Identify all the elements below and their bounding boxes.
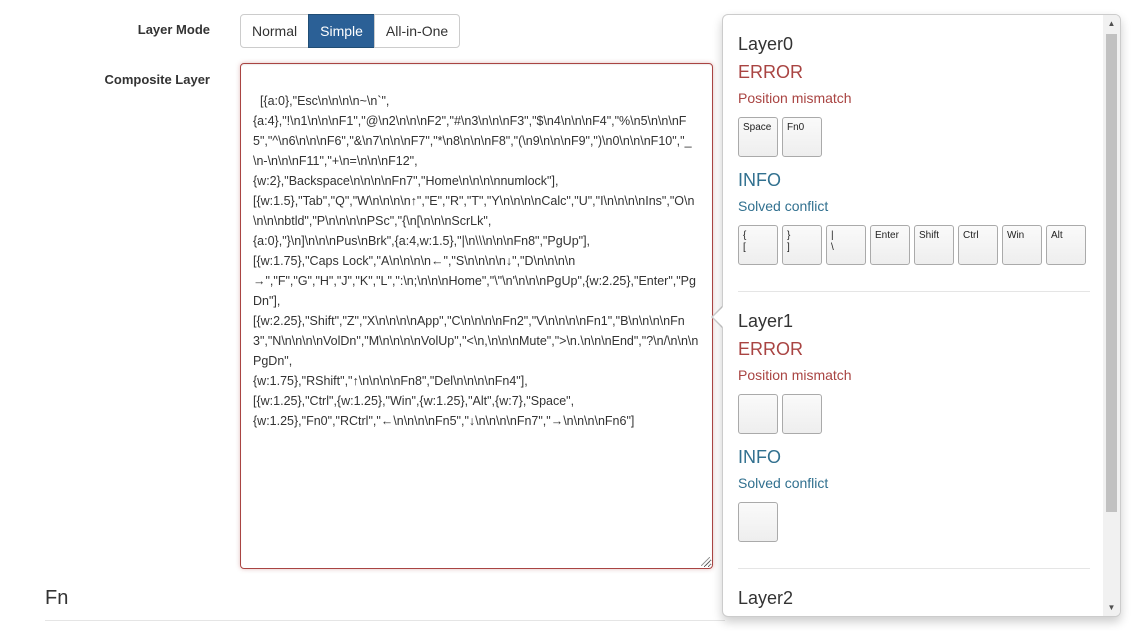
key-cap: { [ <box>738 225 778 265</box>
error-message: Position mismatch <box>738 90 852 106</box>
error-message: Position mismatch <box>738 367 852 383</box>
key-cap: Alt <box>1046 225 1086 265</box>
key-cap <box>782 394 822 434</box>
layer-title: Layer1 <box>738 311 794 331</box>
key-cap: Ctrl <box>958 225 998 265</box>
info-message: Solved conflict <box>738 198 829 214</box>
composite-layer-textarea[interactable]: [{a:0},"Esc\n\n\n\n~\n`", {a:4},"!\n1\n\… <box>240 63 713 569</box>
key-cap <box>738 502 778 542</box>
layer-block-0: Layer0 ERROR Position mismatch Space Fn0… <box>738 15 1090 265</box>
mode-normal-button[interactable]: Normal <box>240 14 310 48</box>
popover-arrow-inner <box>713 306 724 328</box>
info-message: Solved conflict <box>738 475 829 491</box>
mode-simple-button[interactable]: Simple <box>308 14 375 48</box>
validation-popover: Layer0 ERROR Position mismatch Space Fn0… <box>722 14 1121 617</box>
error-keys: Space Fn0 <box>738 117 1090 157</box>
info-heading: INFO <box>738 170 781 190</box>
key-cap: Enter <box>870 225 910 265</box>
key-cap: Space <box>738 117 778 157</box>
layer-mode-button-group: Normal Simple All-in-One <box>240 14 461 48</box>
divider <box>45 620 725 621</box>
layer-block-1: Layer1 ERROR Position mismatch INFO Solv… <box>738 291 1090 542</box>
composite-layer-label: Composite Layer <box>104 72 210 87</box>
layer-block-2: Layer2 <box>738 568 1090 609</box>
resize-grip-icon[interactable] <box>701 557 710 566</box>
key-cap: | \ <box>826 225 866 265</box>
key-cap <box>738 394 778 434</box>
error-keys <box>738 394 1090 434</box>
layer-title: Layer2 <box>738 588 794 608</box>
layer-title: Layer0 <box>738 34 794 54</box>
key-cap: Shift <box>914 225 954 265</box>
info-heading: INFO <box>738 447 781 467</box>
popover-content: Layer0 ERROR Position mismatch Space Fn0… <box>738 15 1090 615</box>
composite-layer-text: [{a:0},"Esc\n\n\n\n~\n`", {a:4},"!\n1\n\… <box>253 94 699 428</box>
info-keys <box>738 502 1090 542</box>
key-cap: Win <box>1002 225 1042 265</box>
layer-mode-label: Layer Mode <box>137 22 210 37</box>
mode-all-in-one-button[interactable]: All-in-One <box>373 14 461 48</box>
info-keys: { [ } ] | \ Enter Shift Ctrl Win Alt <box>738 225 1090 265</box>
error-heading: ERROR <box>738 339 804 359</box>
key-cap: } ] <box>782 225 822 265</box>
scroll-up-arrow-icon[interactable]: ▲ <box>1103 15 1120 32</box>
scrollbar-thumb[interactable] <box>1106 34 1117 512</box>
error-heading: ERROR <box>738 62 804 82</box>
section-title-fn: Fn <box>45 587 69 609</box>
popover-scrollbar[interactable]: ▲ ▼ <box>1103 15 1120 616</box>
key-cap: Fn0 <box>782 117 822 157</box>
scroll-down-arrow-icon[interactable]: ▼ <box>1103 599 1120 616</box>
